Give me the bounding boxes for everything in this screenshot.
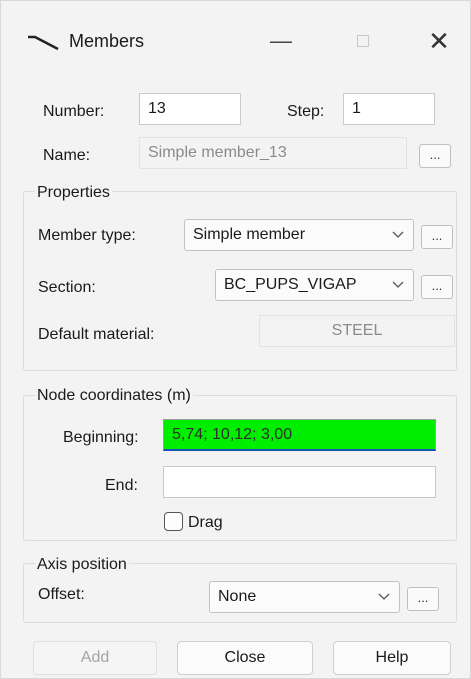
default-material-field: STEEL	[259, 315, 455, 347]
beginning-label: Beginning:	[63, 429, 139, 446]
end-label: End:	[105, 477, 138, 494]
drag-label: Drag	[188, 514, 223, 531]
member-type-select[interactable]: Simple member	[184, 219, 414, 251]
section-label: Section:	[38, 279, 96, 296]
close-window-button[interactable]: ✕	[419, 23, 459, 59]
section-select[interactable]: BC_PUPS_VIGAP	[215, 269, 414, 301]
chevron-down-icon	[392, 231, 404, 238]
members-dialog: Members — ✕ Number: 13 Step: 1 Name: Sim…	[0, 0, 471, 679]
offset-browse-button[interactable]: ...	[407, 587, 439, 611]
member-type-label: Member type:	[38, 227, 136, 244]
minimize-icon: —	[270, 28, 292, 53]
minimize-button[interactable]: —	[261, 23, 301, 59]
step-label: Step:	[287, 103, 325, 120]
node-coordinates-title: Node coordinates (m)	[35, 387, 193, 405]
name-field: Simple member_13	[139, 137, 407, 169]
offset-select[interactable]: None	[209, 581, 400, 613]
properties-title: Properties	[35, 184, 112, 202]
member-type-value: Simple member	[193, 226, 306, 243]
maximize-icon	[357, 35, 369, 47]
drag-checkbox[interactable]	[164, 512, 183, 531]
title-bar[interactable]: Members — ✕	[1, 1, 470, 77]
beginning-input[interactable]: 5,74; 10,12; 3,00	[163, 419, 436, 451]
offset-value: None	[218, 588, 257, 605]
name-browse-button[interactable]: ...	[419, 144, 451, 168]
close-button[interactable]: Close	[177, 641, 313, 675]
close-icon: ✕	[428, 25, 450, 56]
chevron-down-icon	[392, 281, 404, 288]
window-title: Members	[69, 31, 145, 51]
add-button[interactable]: Add	[33, 641, 157, 675]
section-browse-button[interactable]: ...	[421, 275, 453, 299]
chevron-down-icon	[378, 593, 390, 600]
help-button[interactable]: Help	[333, 641, 451, 675]
step-input[interactable]: 1	[343, 93, 435, 125]
number-label: Number:	[43, 103, 105, 120]
member-line-icon	[28, 35, 59, 51]
default-material-label: Default material:	[38, 326, 155, 343]
name-label: Name:	[43, 147, 91, 164]
offset-label: Offset:	[38, 586, 85, 603]
maximize-button	[343, 23, 383, 59]
number-input[interactable]: 13	[139, 93, 241, 125]
axis-position-title: Axis position	[35, 556, 129, 574]
section-value: BC_PUPS_VIGAP	[224, 276, 357, 293]
member-type-browse-button[interactable]: ...	[421, 225, 453, 249]
end-input[interactable]	[163, 466, 436, 498]
